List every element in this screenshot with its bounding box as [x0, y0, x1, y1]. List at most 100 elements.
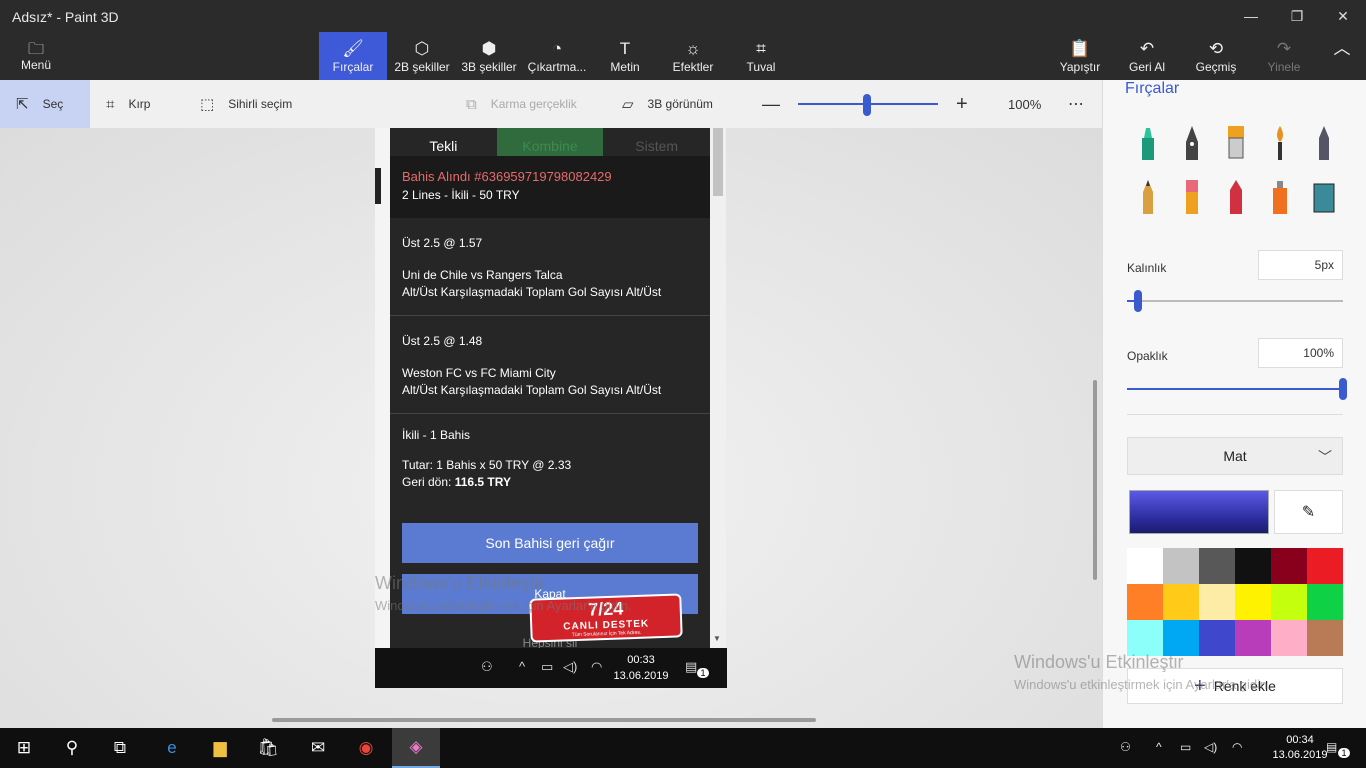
search-button[interactable]: ⚲ — [48, 728, 96, 768]
store-button[interactable]: 🛍 — [244, 728, 292, 768]
mail-icon: ✉ — [310, 738, 326, 757]
color-swatch[interactable] — [1271, 620, 1307, 656]
tool-stickers[interactable]: ◔ Çıkartma... — [524, 32, 590, 80]
tab-single[interactable]: Tekli — [390, 128, 497, 156]
slip-scrollbar[interactable]: ▼ — [710, 128, 726, 648]
color-swatch[interactable] — [1163, 584, 1199, 620]
opacity-slider-thumb[interactable] — [1339, 378, 1347, 400]
brush-marker[interactable] — [1133, 122, 1163, 162]
close-button[interactable]: ✕ — [1320, 0, 1366, 32]
color-swatch[interactable] — [1199, 584, 1235, 620]
start-button[interactable]: ⊞ — [0, 728, 48, 768]
brush-spray[interactable] — [1265, 176, 1295, 216]
crop-label: Kırp — [128, 97, 151, 111]
edge-button[interactable]: e — [148, 728, 196, 768]
mail-button[interactable]: ✉ — [294, 728, 342, 768]
chrome-button[interactable]: ◉ — [342, 728, 390, 768]
color-swatch[interactable] — [1163, 548, 1199, 584]
select-label: Seç — [42, 97, 64, 111]
people-icon[interactable]: ⚇ — [1120, 740, 1131, 754]
menu-button[interactable]: 🗀 Menü — [14, 38, 58, 72]
tab-system[interactable]: Sistem — [603, 128, 710, 156]
return-label: Geri dön: — [402, 475, 452, 489]
color-swatch[interactable] — [1307, 584, 1343, 620]
tool-text[interactable]: T Metin — [604, 32, 646, 80]
tool-3d-shapes[interactable]: ⬢ 3B şekiller — [458, 32, 520, 80]
finish-dropdown[interactable]: Mat ﹀ — [1127, 437, 1343, 475]
canvas-hscroll[interactable] — [272, 718, 816, 722]
cube-icon: ⬢ — [481, 39, 497, 58]
paint3d-button[interactable]: ◈ — [392, 728, 440, 768]
select-button[interactable]: ⇱ Seç — [0, 80, 90, 128]
tool-brushes[interactable]: 🖌 Fırçalar — [319, 32, 387, 80]
color-swatch[interactable] — [1307, 620, 1343, 656]
color-swatch[interactable] — [1271, 548, 1307, 584]
color-swatch[interactable] — [1163, 620, 1199, 656]
more-button[interactable]: ⋯ — [1068, 80, 1084, 128]
brush-calligraphy[interactable] — [1177, 122, 1207, 162]
tool-2d-shapes[interactable]: ⬡ 2B şekiller — [390, 32, 454, 80]
chevron-up-icon[interactable]: ^ — [1156, 740, 1162, 754]
task-view-button[interactable]: ⧉ — [96, 728, 144, 768]
zoom-in-button[interactable]: + — [956, 80, 968, 128]
notification-count: 1 — [1338, 748, 1350, 758]
mixed-reality-label: Karma gerçeklik — [490, 97, 577, 111]
thickness-input[interactable]: 5px — [1258, 250, 1343, 280]
brush-fill[interactable] — [1309, 176, 1339, 216]
color-swatch[interactable] — [1127, 620, 1163, 656]
color-swatch[interactable] — [1235, 548, 1271, 584]
scroll-down-icon[interactable]: ▼ — [713, 634, 721, 643]
scroll-thumb[interactable] — [713, 128, 723, 196]
eyedropper-button[interactable]: ✎ — [1274, 490, 1343, 534]
notification-icon[interactable]: ▤ — [1326, 740, 1337, 754]
history-button[interactable]: ⟲ Geçmiş — [1194, 32, 1238, 80]
wifi-icon[interactable]: ◠ — [1232, 740, 1242, 754]
thickness-slider-track[interactable] — [1127, 300, 1343, 302]
tool-effects[interactable]: ☼ Efektler — [668, 32, 718, 80]
color-swatch[interactable] — [1235, 584, 1271, 620]
color-swatch[interactable] — [1271, 584, 1307, 620]
tool-label: Çıkartma... — [527, 60, 587, 74]
current-color-swatch[interactable] — [1129, 490, 1269, 534]
tab-combo[interactable]: Kombine — [496, 128, 604, 156]
brush-pixel-pen[interactable] — [1309, 122, 1339, 162]
color-swatch[interactable] — [1199, 548, 1235, 584]
brush-pencil[interactable] — [1133, 176, 1163, 216]
collapse-ribbon-button[interactable]: ︿ — [1326, 32, 1358, 80]
brush-eraser[interactable] — [1177, 176, 1207, 216]
volume-icon[interactable]: ◁) — [1204, 740, 1217, 754]
opacity-input[interactable]: 100% — [1258, 338, 1343, 368]
return-value: 116.5 TRY — [454, 475, 511, 489]
recall-last-bet-button[interactable]: Son Bahisi geri çağır — [402, 523, 698, 563]
maximize-button[interactable]: ❐ — [1274, 0, 1320, 32]
color-swatch[interactable] — [1127, 584, 1163, 620]
file-explorer-button[interactable]: ▆ — [196, 728, 244, 768]
brush-watercolor[interactable] — [1265, 122, 1295, 162]
tool-canvas[interactable]: ⌗ Tuval — [740, 32, 782, 80]
color-swatch[interactable] — [1199, 620, 1235, 656]
thickness-slider-thumb[interactable] — [1133, 290, 1142, 312]
magic-select-button[interactable]: ⬚ Sihirli seçim — [200, 80, 292, 128]
color-swatch[interactable] — [1235, 620, 1271, 656]
zoom-slider-thumb[interactable] — [863, 94, 871, 116]
battery-icon[interactable]: ▭ — [1180, 740, 1191, 754]
activation-watermark-subtitle: Windows'u etkinleştirmek için Ayarlar'a … — [1014, 677, 1271, 692]
mixed-reality-button[interactable]: ⧉ Karma gerçeklik — [466, 80, 577, 128]
color-swatch[interactable] — [1307, 548, 1343, 584]
brush-oil[interactable] — [1221, 122, 1251, 162]
redo-button[interactable]: ↷ Yinele — [1264, 32, 1304, 80]
canvas-icon: ⌗ — [756, 39, 766, 58]
crop-button[interactable]: ⌗ Kırp — [106, 80, 150, 128]
paste-button[interactable]: 📋 Yapıştır — [1058, 32, 1102, 80]
color-swatch[interactable] — [1127, 548, 1163, 584]
undo-button[interactable]: ↶ Geri Al — [1126, 32, 1168, 80]
summary-title: İkili - 1 Bahis — [402, 428, 471, 442]
canvas-vscroll[interactable] — [1093, 380, 1097, 580]
minimize-button[interactable]: — — [1228, 0, 1274, 32]
action-label: Geri Al — [1128, 60, 1165, 74]
zoom-out-button[interactable]: — — [762, 80, 780, 128]
brush-crayon[interactable] — [1221, 176, 1251, 216]
activation-watermark-title: Windows'u Etkinleştir — [1014, 652, 1184, 672]
taskbar-clock[interactable]: 00:34 13.06.2019 — [1270, 733, 1330, 763]
view-3d-button[interactable]: ▱ 3B görünüm — [622, 80, 713, 128]
